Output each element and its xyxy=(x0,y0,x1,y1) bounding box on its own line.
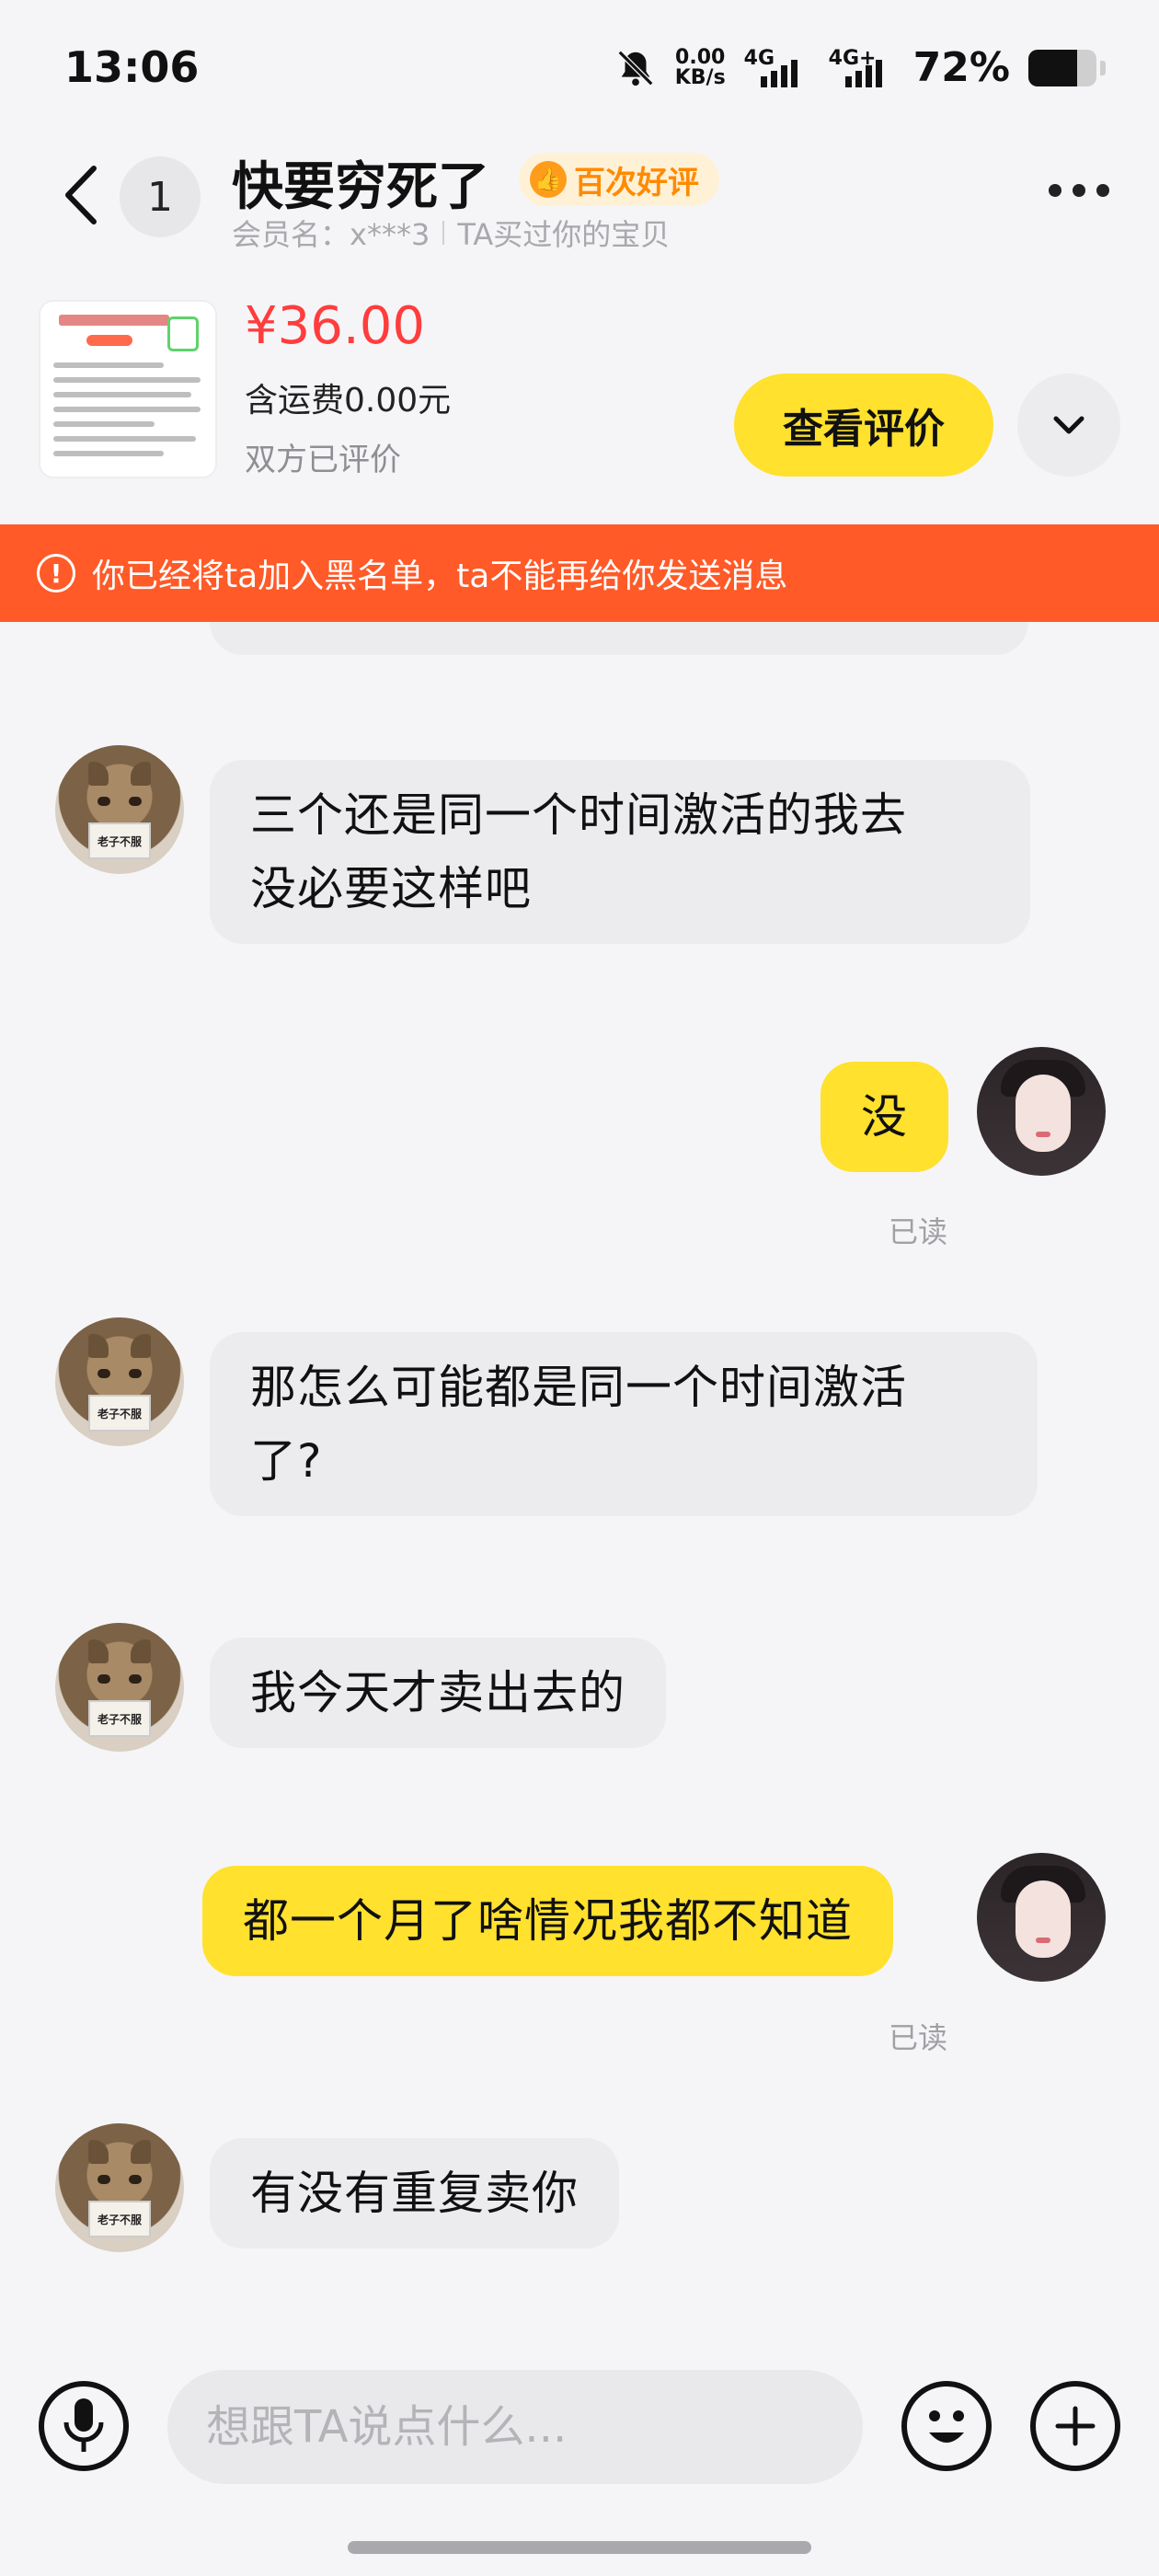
avatar[interactable] xyxy=(977,1047,1106,1176)
message-bubble[interactable]: 有没有重复卖你 xyxy=(210,2138,619,2248)
chat-header: 1 快要穷死了 👍 百次好评 会员名：x***3 TA买过你的宝贝 xyxy=(0,138,1159,258)
praise-badge-label: 百次好评 xyxy=(574,164,699,201)
message-bubble[interactable]: 都一个月了啥情况我都不知道 xyxy=(202,1866,893,1976)
expand-button[interactable] xyxy=(1017,374,1120,477)
network-speed: 0.00 KB/s xyxy=(674,45,726,89)
message-text-line: 没必要这样吧 xyxy=(250,862,532,915)
warning-circle-icon: ! xyxy=(37,554,75,592)
message-text-line: 三个还是同一个时间激活的我去 xyxy=(250,788,907,842)
network-speed-value: 0.00 xyxy=(675,45,726,69)
message-bubble[interactable]: 我今天才卖出去的 xyxy=(210,1638,666,1748)
read-receipt: 已读 xyxy=(889,2020,948,2055)
chevron-left-icon xyxy=(65,166,97,224)
status-time: 13:06 xyxy=(64,42,200,92)
shipping-fee: 含运费0.00元 xyxy=(245,382,452,420)
chevron-down-icon xyxy=(1053,416,1084,434)
back-button[interactable] xyxy=(53,158,109,232)
avatar-sign-text: 老子不服 xyxy=(88,822,151,859)
chat-title[interactable]: 快要穷死了 xyxy=(232,145,489,220)
network-speed-unit: KB/s xyxy=(674,65,726,89)
microphone-icon xyxy=(63,2398,104,2452)
message-bubble[interactable]: 没 xyxy=(820,1062,948,1172)
blacklist-banner: ! 你已经将ta加入黑名单，ta不能再给你发送消息 xyxy=(0,524,1159,622)
avatar[interactable] xyxy=(977,1853,1106,1982)
input-bar xyxy=(0,2352,1159,2576)
message-bubble[interactable]: 那怎么可能都是同一个时间激活 了? xyxy=(210,1332,1038,1516)
avatar-sign-text: 老子不服 xyxy=(88,1700,151,1737)
emoji-button[interactable] xyxy=(901,2381,992,2471)
message-input[interactable] xyxy=(167,2370,863,2484)
product-price: ¥36.00 xyxy=(245,296,425,356)
relation-text: TA买过你的宝贝 xyxy=(457,217,671,252)
message-text-line: 了? xyxy=(250,1434,323,1488)
plus-button[interactable] xyxy=(1030,2381,1120,2471)
status-icons: 0.00 KB/s 4G 4G+ 72% xyxy=(614,44,1106,91)
avatar[interactable]: 老子不服 xyxy=(55,745,184,874)
bell-off-icon xyxy=(617,50,654,86)
home-indicator[interactable] xyxy=(348,2541,811,2554)
thumbs-up-icon: 👍 xyxy=(530,161,567,198)
voice-button[interactable] xyxy=(39,2381,129,2471)
view-review-button[interactable]: 查看评价 xyxy=(734,374,993,477)
message-bubble-partial xyxy=(210,622,1028,655)
read-receipt: 已读 xyxy=(889,1214,948,1249)
network-signal-1: 4G xyxy=(744,47,810,89)
review-status: 双方已评价 xyxy=(245,442,401,478)
message-text-line: 那怎么可能都是同一个时间激活 xyxy=(250,1361,907,1414)
avatar[interactable]: 老子不服 xyxy=(55,1317,184,1446)
praise-badge: 👍 百次好评 xyxy=(519,153,719,206)
smiley-icon xyxy=(929,2410,964,2443)
status-bar: 13:06 0.00 KB/s 4G 4G+ 72% xyxy=(0,0,1159,138)
chat-subtitle: 会员名：x***3 TA买过你的宝贝 xyxy=(232,212,670,254)
battery-percent: 72% xyxy=(912,44,1010,91)
divider xyxy=(442,221,445,245)
member-name: 会员名：x***3 xyxy=(232,217,430,252)
message-bubble[interactable]: 三个还是同一个时间激活的我去 没必要这样吧 xyxy=(210,760,1030,944)
avatar[interactable]: 老子不服 xyxy=(55,2123,184,2252)
more-dots-icon[interactable] xyxy=(1049,184,1109,197)
unread-count-badge[interactable]: 1 xyxy=(120,156,201,237)
signal-bars-icon xyxy=(760,59,798,87)
product-thumbnail[interactable] xyxy=(39,300,217,478)
signal-bars-icon xyxy=(844,59,882,87)
blacklist-notice-text: 你已经将ta加入黑名单，ta不能再给你发送消息 xyxy=(92,558,788,595)
product-card: ¥36.00 含运费0.00元 双方已评价 查看评价 xyxy=(0,276,1159,524)
plus-icon xyxy=(1055,2406,1096,2446)
avatar-sign-text: 老子不服 xyxy=(88,2201,151,2237)
network-signal-2: 4G+ xyxy=(829,47,895,89)
battery-icon xyxy=(1028,49,1096,86)
chat-messages[interactable]: 老子不服 三个还是同一个时间激活的我去 没必要这样吧 没 已读 老子不服 那怎么… xyxy=(0,622,1159,2352)
avatar-sign-text: 老子不服 xyxy=(88,1395,151,1432)
avatar[interactable]: 老子不服 xyxy=(55,1623,184,1752)
